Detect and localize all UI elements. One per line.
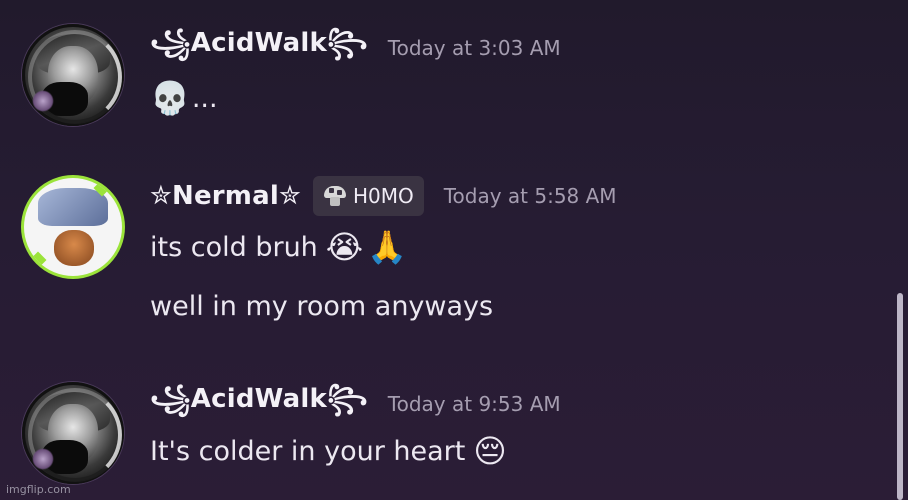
avatar-acidwalk[interactable] [22, 24, 124, 126]
avatar-nermal[interactable] [24, 178, 122, 276]
watermark: imgflip.com [6, 483, 71, 496]
timestamp: Today at 5:58 AM [443, 184, 617, 208]
message-content: well in my room anyways [150, 286, 493, 326]
mushroom-icon [323, 184, 347, 208]
avatar-figure [38, 188, 108, 226]
avatar-decoration [32, 448, 54, 470]
pensive-emoji: 😔 [473, 432, 507, 470]
avatar-bear [54, 230, 94, 266]
timestamp: Today at 9:53 AM [387, 392, 561, 416]
message-text: its cold bruh [150, 231, 318, 263]
message-header: ꧁AcidWalk꧂ Today at 3:03 AM [150, 28, 561, 68]
avatar-decoration [32, 90, 54, 112]
message-header: ꧁AcidWalk꧂ Today at 9:53 AM [150, 384, 561, 424]
role-tag-label: H0MO [352, 184, 414, 208]
message-content: It's colder in your heart 😔 [150, 430, 507, 472]
chat-message-list: ꧁AcidWalk꧂ Today at 3:03 AM 💀 ... ✮Nerma… [0, 0, 908, 500]
scrollbar-thumb[interactable] [897, 293, 903, 500]
message-content: 💀 ... [150, 78, 218, 118]
skull-emoji: 💀 [150, 79, 190, 117]
crying-emoji: 😭 [325, 228, 364, 266]
username[interactable]: ꧁AcidWalk꧂ [150, 378, 368, 431]
username[interactable]: ꧁AcidWalk꧂ [150, 22, 368, 75]
message-text: ... [191, 82, 218, 114]
folded-hands-emoji: 🙏 [367, 228, 408, 266]
timestamp: Today at 3:03 AM [387, 36, 561, 60]
avatar-acidwalk[interactable] [22, 382, 124, 484]
username[interactable]: ✮Nermal✮ [150, 181, 301, 211]
role-tag[interactable]: H0MO [312, 176, 424, 216]
message-header: ✮Nermal✮ H0MO Today at 5:58 AM [150, 176, 617, 216]
avatar-sparkle [29, 251, 47, 269]
scrollbar[interactable] [896, 0, 904, 500]
message-content: its cold bruh 😭 🙏 [150, 226, 407, 268]
message-text: well in my room anyways [150, 290, 494, 322]
message-text: It's colder in your heart [150, 435, 466, 467]
